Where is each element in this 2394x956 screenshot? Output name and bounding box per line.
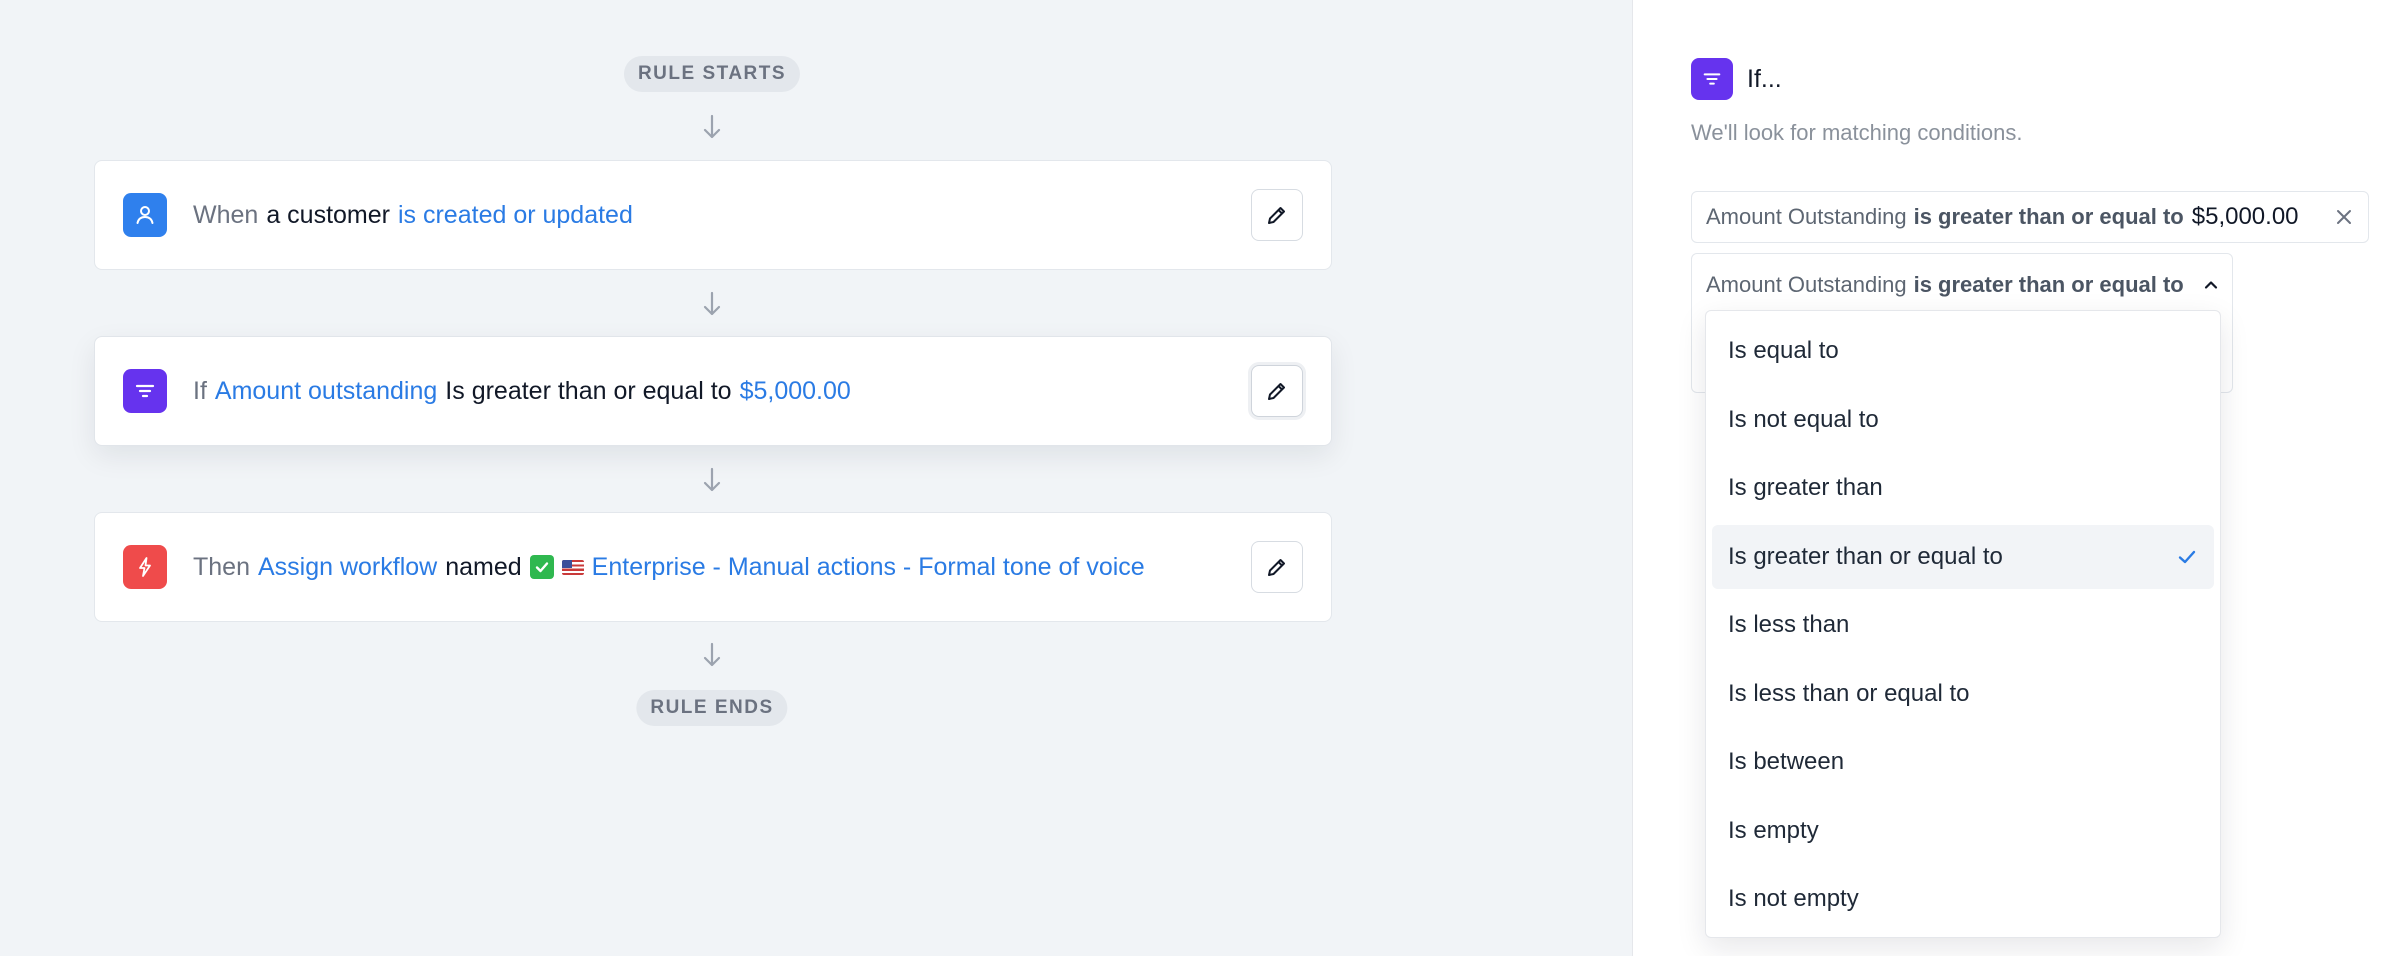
- chip-field: Amount Outstanding: [1706, 204, 1907, 229]
- rule-starts-badge: RULE STARTS: [623, 56, 801, 92]
- option-is-greater-than[interactable]: Is greater than: [1712, 456, 2214, 520]
- option-is-not-empty[interactable]: Is not empty: [1712, 867, 2214, 931]
- check-icon: [2176, 546, 2198, 568]
- action-connector: named: [445, 552, 522, 581]
- trigger-sentence: When a customer is created or updated: [193, 201, 1251, 230]
- panel-header: If...: [1691, 58, 1782, 100]
- condition-panel: If... We'll look for matching conditions…: [1632, 0, 2394, 956]
- rule-canvas: RULE STARTS When a customer is created o…: [0, 0, 1632, 956]
- edit-trigger-button[interactable]: [1251, 189, 1303, 241]
- option-is-equal-to[interactable]: Is equal to: [1712, 319, 2214, 383]
- panel-title: If...: [1747, 64, 1782, 93]
- editor-operator: is greater than or equal to: [1913, 272, 2184, 297]
- action-target-link[interactable]: Enterprise - Manual actions - Formal ton…: [592, 553, 1145, 582]
- operator-select[interactable]: Amount Outstanding is greater than or eq…: [1706, 272, 2220, 298]
- panel-subtitle: We'll look for matching conditions.: [1691, 120, 2023, 145]
- condition-prefix: If: [193, 376, 207, 405]
- option-is-greater-than-or-equal-to[interactable]: Is greater than or equal to: [1712, 524, 2214, 589]
- trigger-prefix: When: [193, 200, 259, 229]
- condition-operator: Is greater than or equal to: [445, 376, 732, 405]
- chevron-up-icon[interactable]: [2202, 276, 2220, 294]
- action-card[interactable]: Then Assign workflow named Enterprise - …: [94, 512, 1332, 622]
- option-is-less-than-or-equal-to[interactable]: Is less than or equal to: [1712, 662, 2214, 726]
- option-is-empty[interactable]: Is empty: [1712, 799, 2214, 863]
- chip-value: $5,000.00: [2191, 203, 2299, 230]
- option-is-not-equal-to[interactable]: Is not equal to: [1712, 388, 2214, 452]
- condition-sentence: If Amount outstanding Is greater than or…: [193, 377, 1251, 406]
- edit-condition-button[interactable]: [1251, 365, 1303, 417]
- condition-field-link[interactable]: Amount outstanding: [215, 377, 437, 406]
- pencil-icon: [1268, 207, 1285, 224]
- pencil-icon: [1268, 559, 1285, 576]
- option-is-between[interactable]: Is between: [1712, 730, 2214, 794]
- check-mark-emoji-icon: [529, 555, 554, 579]
- action-prefix: Then: [193, 552, 250, 581]
- arrow-down-icon: [703, 291, 721, 316]
- condition-value-link[interactable]: $5,000.00: [740, 377, 851, 406]
- user-icon: [123, 193, 167, 237]
- filter-icon: [123, 369, 167, 413]
- condition-chip[interactable]: Amount Outstanding is greater than or eq…: [1691, 191, 2369, 243]
- editor-field: Amount Outstanding: [1706, 272, 1907, 297]
- arrow-down-icon: [703, 467, 721, 492]
- chip-operator: is greater than or equal to: [1913, 204, 2184, 229]
- trigger-event-link[interactable]: is created or updated: [398, 201, 633, 230]
- rule-ends-badge: RULE ENDS: [636, 690, 788, 726]
- edit-action-button[interactable]: [1251, 541, 1303, 593]
- arrow-down-icon: [703, 642, 721, 667]
- close-icon[interactable]: [2334, 207, 2354, 227]
- lightning-icon: [123, 545, 167, 589]
- pencil-icon: [1268, 383, 1285, 400]
- us-flag-emoji-icon: [561, 559, 584, 575]
- condition-card[interactable]: If Amount outstanding Is greater than or…: [94, 336, 1332, 446]
- filter-icon: [1691, 58, 1733, 100]
- option-is-less-than[interactable]: Is less than: [1712, 593, 2214, 657]
- arrow-down-icon: [703, 114, 721, 139]
- trigger-card[interactable]: When a customer is created or updated: [94, 160, 1332, 270]
- trigger-subject: a customer: [266, 200, 390, 229]
- action-verb-link[interactable]: Assign workflow: [258, 553, 437, 582]
- option-label: Is greater than or equal to: [1728, 542, 2003, 570]
- action-sentence: Then Assign workflow named Enterprise - …: [193, 553, 1251, 582]
- operator-dropdown: Is equal to Is not equal to Is greater t…: [1705, 310, 2221, 938]
